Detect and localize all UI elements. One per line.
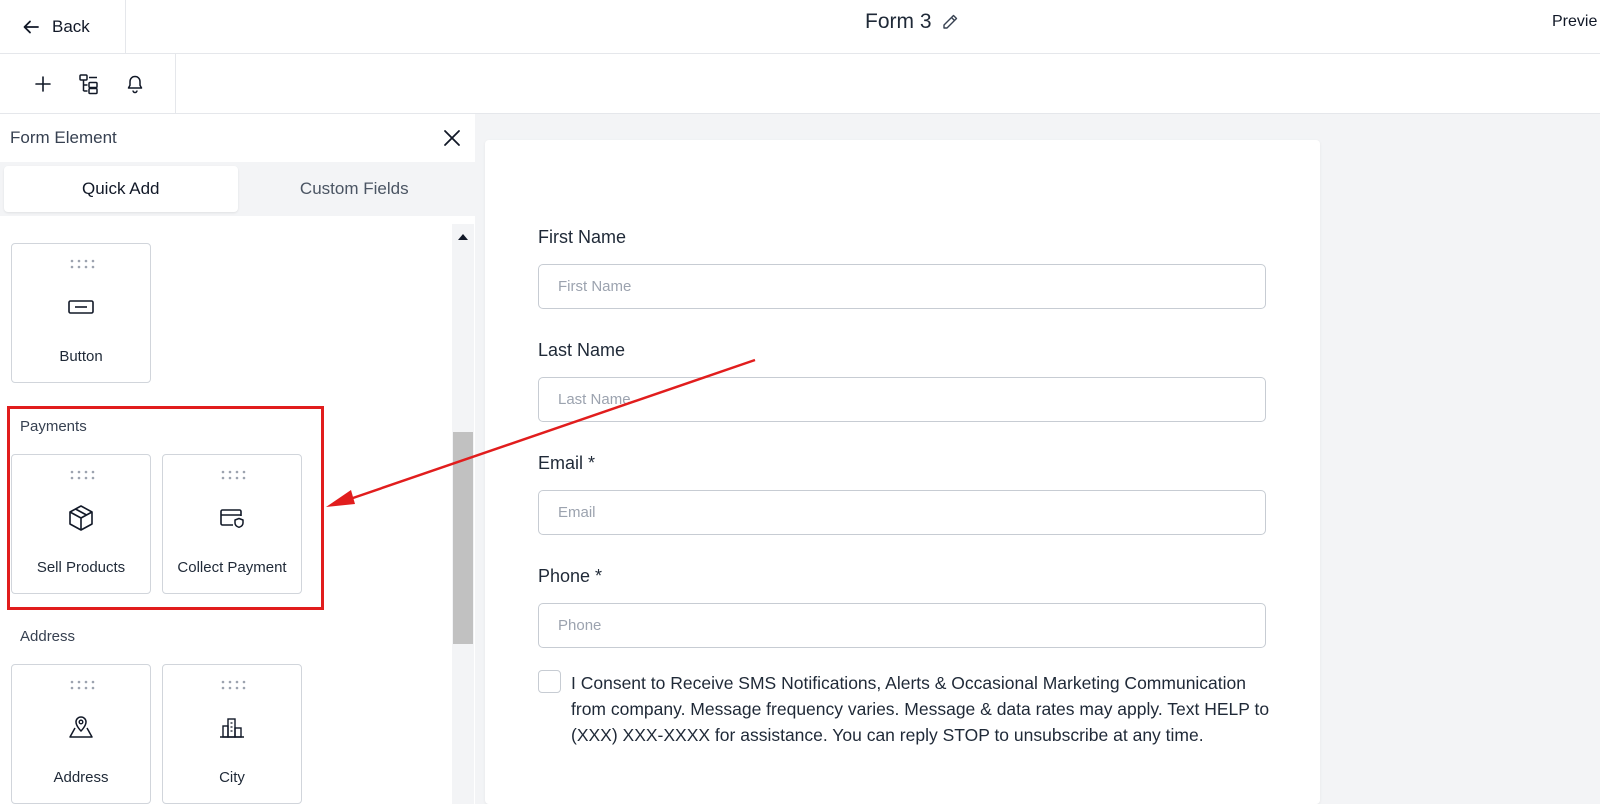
email-input[interactable] [538, 490, 1266, 535]
back-label: Back [52, 17, 90, 36]
scroll-up-arrow-icon[interactable] [456, 230, 470, 244]
bell-icon [125, 74, 145, 94]
notifications-button[interactable] [122, 71, 148, 97]
tab-custom-fields[interactable]: Custom Fields [238, 166, 472, 212]
tab-quick-add[interactable]: Quick Add [4, 166, 238, 212]
panel-header: Form Element [0, 114, 475, 162]
drag-handle-icon [221, 680, 246, 690]
element-label: City [219, 769, 245, 786]
consent-text: I Consent to Receive SMS Notifications, … [571, 673, 1270, 745]
top-bar: Back Form 3 Previe [0, 0, 1600, 54]
toolbar [0, 54, 1600, 114]
element-label: Button [59, 348, 103, 365]
pencil-icon[interactable] [940, 12, 960, 32]
last-name-input[interactable] [538, 377, 1266, 422]
form-layout-button[interactable] [76, 71, 102, 97]
first-name-input[interactable] [538, 264, 1266, 309]
consent-checkbox[interactable] [538, 670, 561, 693]
drag-handle-icon [70, 259, 95, 269]
button-icon [66, 292, 96, 322]
phone-label: Phone * [538, 566, 603, 586]
scrollbar-thumb[interactable] [453, 432, 473, 644]
section-title-address: Address [20, 628, 76, 645]
drag-handle-icon [70, 680, 95, 690]
element-card-button[interactable]: Button [11, 243, 151, 383]
panel-title: Form Element [10, 128, 117, 147]
highlight-box [7, 406, 324, 610]
element-card-city[interactable]: City [162, 664, 302, 804]
tool-group [0, 54, 176, 114]
arrow-left-icon [22, 18, 40, 36]
back-button[interactable]: Back [0, 0, 126, 54]
form-layout-icon [78, 73, 100, 95]
element-label: Address [53, 769, 109, 786]
close-panel-button[interactable] [440, 126, 464, 150]
panel-tabs: Quick Add Custom Fields [0, 162, 475, 216]
close-icon [440, 126, 464, 150]
map-pin-icon [66, 713, 96, 743]
phone-input[interactable] [538, 603, 1266, 648]
form-title-text: Form 3 [865, 10, 932, 33]
email-label: Email * [538, 453, 596, 473]
plus-icon [34, 75, 52, 93]
first-name-label: First Name [538, 227, 627, 247]
preview-button[interactable]: Previe [1552, 0, 1597, 44]
form-title: Form 3 [865, 0, 960, 44]
last-name-label: Last Name [538, 340, 626, 360]
city-icon [217, 713, 247, 743]
element-card-address[interactable]: Address [11, 664, 151, 804]
add-element-button[interactable] [30, 71, 56, 97]
